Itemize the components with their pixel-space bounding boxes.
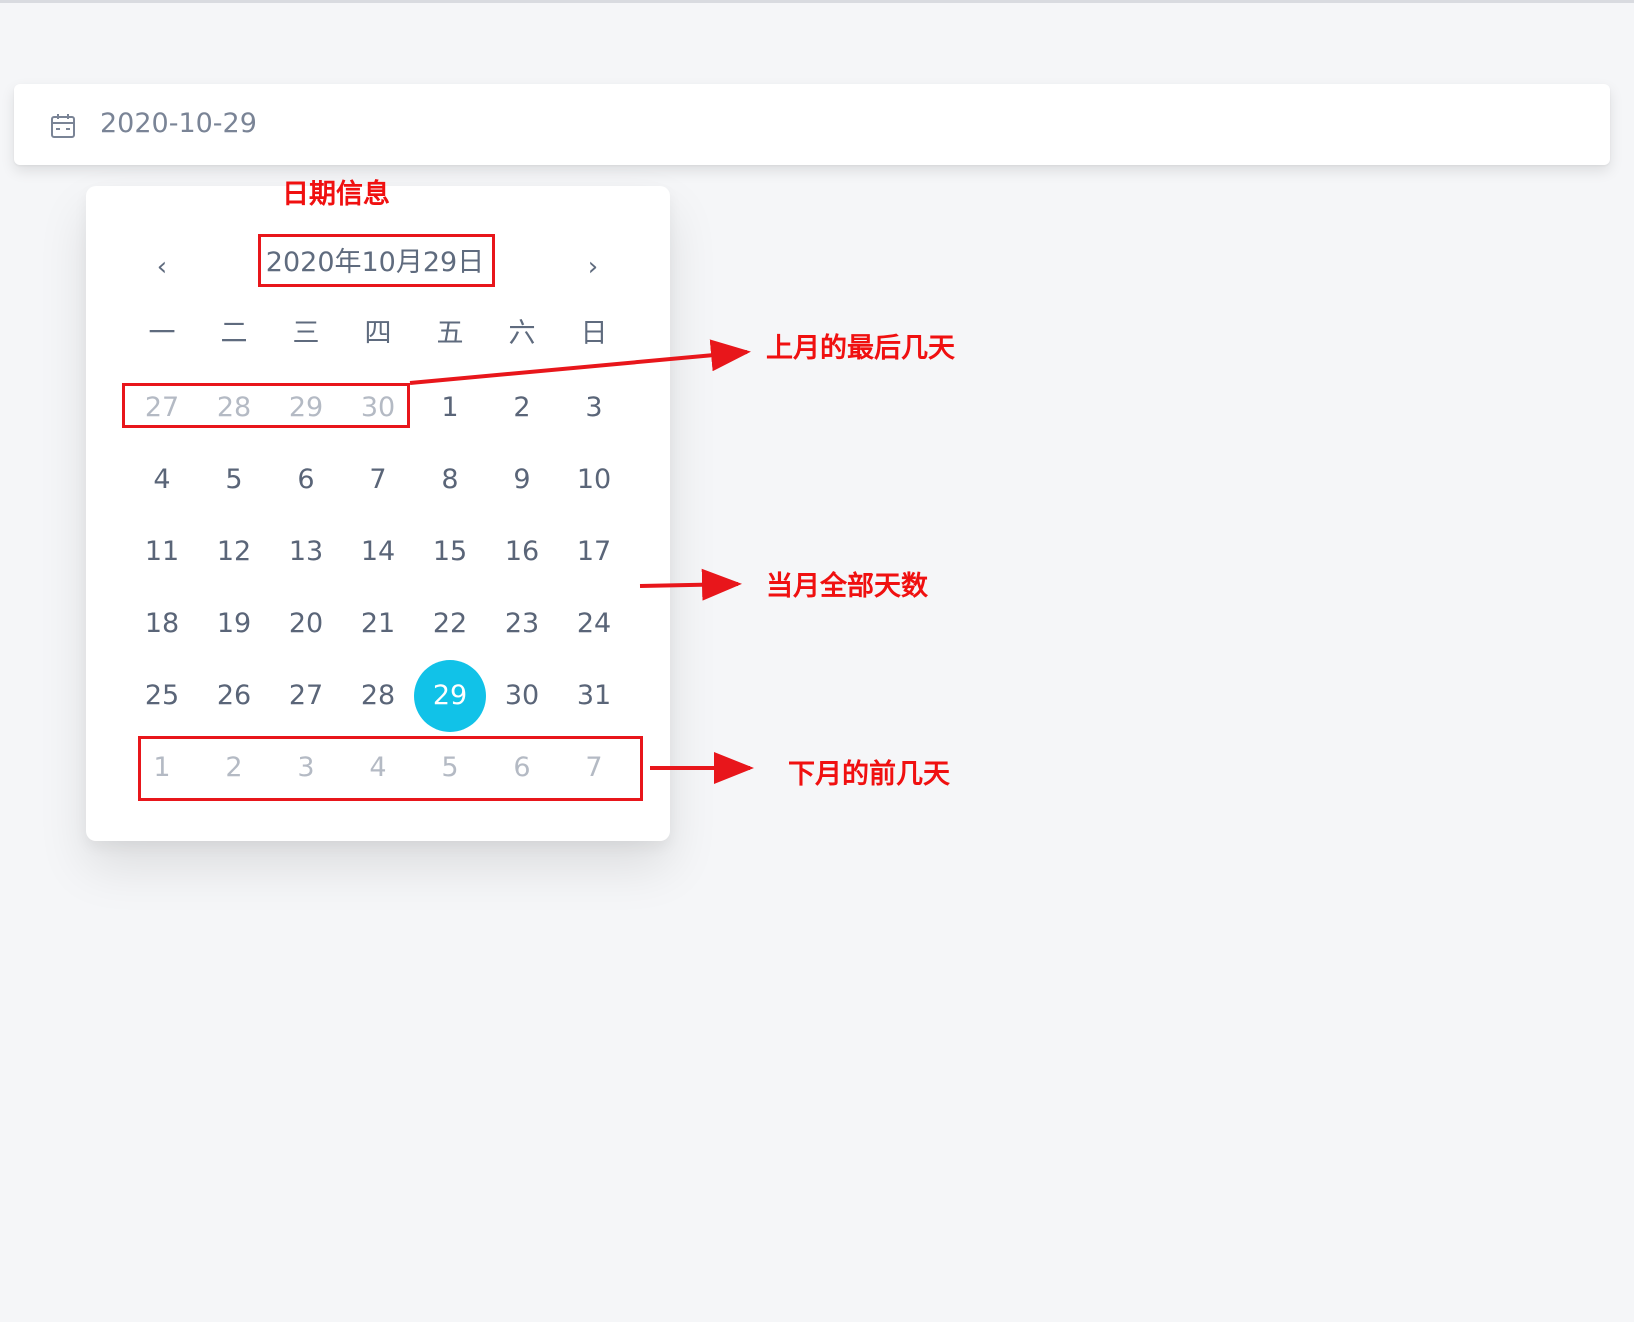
top-divider xyxy=(0,0,1634,3)
annotation-box-prev-month xyxy=(122,383,410,428)
annotation-date-info: 日期信息 xyxy=(282,179,390,210)
day-cell[interactable]: 12 xyxy=(198,516,270,588)
annotation-current-month-days: 当月全部天数 xyxy=(766,571,928,602)
day-cell[interactable]: 19 xyxy=(198,588,270,660)
weekday-label: 六 xyxy=(508,318,536,349)
calendar-icon xyxy=(51,114,75,138)
day-cell[interactable]: 4 xyxy=(126,444,198,516)
day-cell[interactable]: 24 xyxy=(558,588,630,660)
day-cell[interactable]: 23 xyxy=(486,588,558,660)
day-cell[interactable]: 8 xyxy=(414,444,486,516)
weekday-header: 一 二 三 四 五 六 日 xyxy=(126,314,630,354)
weekday-label: 三 xyxy=(292,318,320,349)
day-cell[interactable]: 9 xyxy=(486,444,558,516)
day-cell[interactable]: 20 xyxy=(270,588,342,660)
annotation-next-month-days: 下月的前几天 xyxy=(788,759,950,790)
annotation-prev-month-days: 上月的最后几天 xyxy=(766,333,955,364)
weekday-label: 四 xyxy=(364,318,392,349)
day-cell[interactable]: 26 xyxy=(198,660,270,732)
weekday-label: 二 xyxy=(220,318,248,349)
next-month-button[interactable]: › xyxy=(573,247,613,287)
day-cell[interactable]: 7 xyxy=(342,444,414,516)
day-cell[interactable]: 10 xyxy=(558,444,630,516)
day-cell[interactable]: 17 xyxy=(558,516,630,588)
prev-month-button[interactable]: ‹ xyxy=(142,247,182,287)
date-input[interactable]: 2020-10-29 xyxy=(14,84,1610,165)
day-cell[interactable]: 16 xyxy=(486,516,558,588)
day-cell[interactable]: 27 xyxy=(270,660,342,732)
day-cell[interactable]: 31 xyxy=(558,660,630,732)
annotation-box-title xyxy=(258,234,495,287)
date-input-value: 2020-10-29 xyxy=(100,108,257,139)
day-cell[interactable]: 14 xyxy=(342,516,414,588)
day-cell[interactable]: 21 xyxy=(342,588,414,660)
day-cell[interactable]: 2 xyxy=(486,372,558,444)
day-cell[interactable]: 28 xyxy=(342,660,414,732)
weekday-label: 五 xyxy=(436,318,464,349)
day-cell[interactable]: 18 xyxy=(126,588,198,660)
day-cell[interactable]: 6 xyxy=(270,444,342,516)
weekday-label: 日 xyxy=(580,318,608,349)
weekday-label: 一 xyxy=(148,318,176,349)
day-cell[interactable]: 11 xyxy=(126,516,198,588)
day-cell[interactable]: 22 xyxy=(414,588,486,660)
annotation-box-next-month xyxy=(138,736,643,801)
day-cell[interactable]: 5 xyxy=(198,444,270,516)
day-cell[interactable]: 25 xyxy=(126,660,198,732)
day-cell[interactable]: 13 xyxy=(270,516,342,588)
day-cell[interactable]: 1 xyxy=(414,372,486,444)
day-cell[interactable]: 3 xyxy=(558,372,630,444)
day-cell-selected[interactable]: 29 xyxy=(414,660,486,732)
day-cell[interactable]: 15 xyxy=(414,516,486,588)
day-cell[interactable]: 30 xyxy=(486,660,558,732)
